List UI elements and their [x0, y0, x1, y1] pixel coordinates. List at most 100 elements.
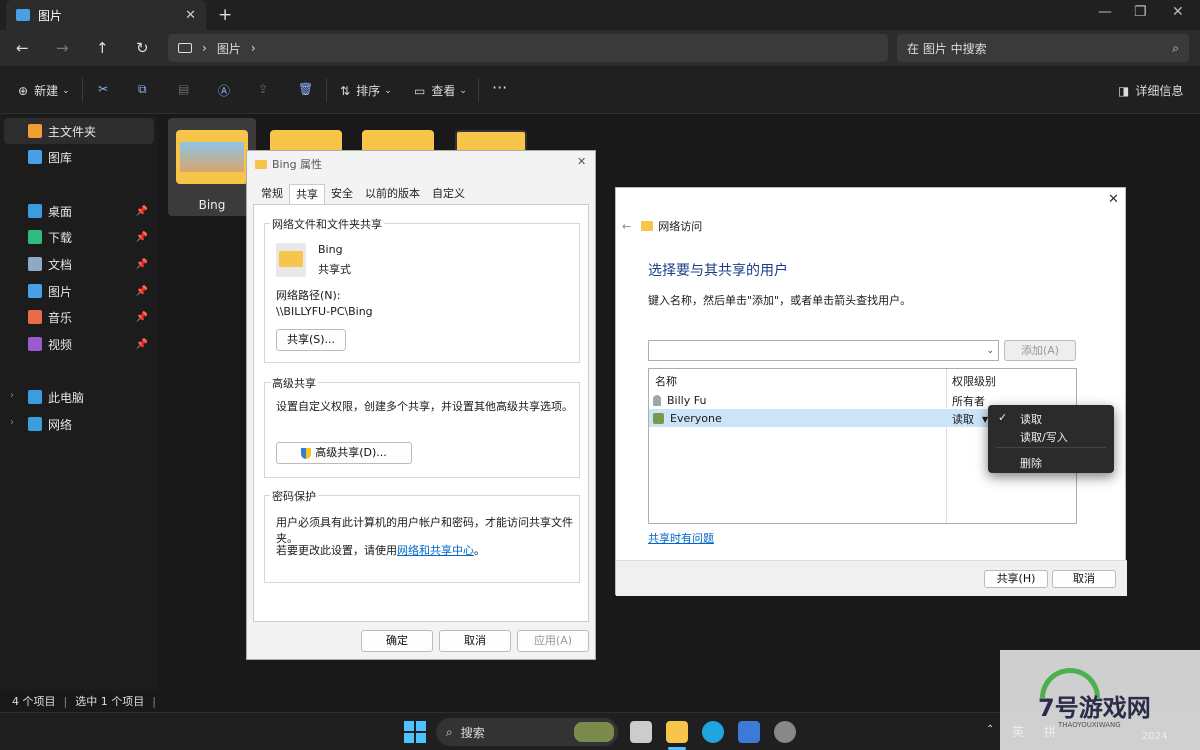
- advanced-sharing-button[interactable]: 高级共享(D)...: [276, 442, 412, 464]
- permission-dropdown[interactable]: 读取 ▼: [952, 411, 988, 427]
- up-icon[interactable]: ↑: [96, 39, 109, 57]
- menu-item-read-write[interactable]: 读取/写入: [1020, 429, 1068, 445]
- sidebar-item-download[interactable]: 下载 📌: [4, 224, 154, 250]
- tab-3[interactable]: 以前的版本: [359, 184, 426, 204]
- pin-icon[interactable]: 📌: [136, 232, 148, 243]
- paste-icon[interactable]: ▤: [178, 82, 189, 96]
- new-button[interactable]: ⊕ 新建 ⌄: [18, 82, 70, 99]
- minimize-icon[interactable]: —: [1098, 4, 1112, 20]
- video-icon: [28, 337, 42, 351]
- store-icon[interactable]: [738, 721, 760, 743]
- chevron-right-icon: ›: [202, 41, 207, 55]
- tab-0[interactable]: 常规: [255, 184, 289, 204]
- add-button[interactable]: 添加(A): [1004, 340, 1076, 361]
- breadcrumb[interactable]: 图片: [217, 40, 241, 57]
- navigation-pane: 主文件夹 图库 桌面 📌 下载 📌 文档 📌 图片 📌 音乐 📌 视频 📌 此电脑 › 网络 ›: [0, 114, 158, 690]
- view-button[interactable]: ▭ 查看 ⌄: [414, 82, 467, 99]
- folder-item-bing[interactable]: Bing: [168, 118, 256, 216]
- cut-icon[interactable]: ✂: [98, 82, 108, 96]
- chevron-down-icon: ⌄: [384, 85, 392, 96]
- taskbar-search[interactable]: ⌕ 搜索: [436, 718, 618, 746]
- menu-item-remove[interactable]: 删除: [1020, 455, 1042, 471]
- maximize-icon[interactable]: ❐: [1134, 4, 1147, 20]
- chevron-right-icon[interactable]: ›: [251, 41, 256, 55]
- back-arrow-icon[interactable]: ←: [622, 220, 631, 233]
- expand-chevron-icon[interactable]: ›: [10, 417, 14, 428]
- share-icon[interactable]: ⇪: [258, 82, 268, 96]
- close-tab-icon[interactable]: ✕: [185, 8, 196, 23]
- search-input[interactable]: 在 图片 中搜索 ⌕: [897, 34, 1189, 62]
- sort-icon: ⇅: [340, 83, 351, 98]
- search-icon: ⌕: [446, 724, 453, 739]
- tab-4[interactable]: 自定义: [426, 184, 471, 204]
- cancel-button[interactable]: 取消: [439, 630, 511, 652]
- sort-button[interactable]: ⇅ 排序 ⌄: [340, 82, 392, 99]
- list-item[interactable]: Billy Fu: [653, 391, 945, 409]
- sidebar-item-video[interactable]: 视频 📌: [4, 331, 154, 357]
- desktop-icon: [28, 204, 42, 218]
- sidebar-item-desktop[interactable]: 桌面 📌: [4, 198, 154, 224]
- settings-icon[interactable]: [774, 721, 796, 743]
- close-icon[interactable]: ✕: [1108, 192, 1119, 207]
- pin-icon[interactable]: 📌: [136, 206, 148, 217]
- sidebar-item-gallery[interactable]: 图库: [4, 144, 154, 170]
- menu-item-read[interactable]: 读取: [1020, 411, 1042, 427]
- pin-icon[interactable]: 📌: [136, 286, 148, 297]
- more-options-icon[interactable]: ···: [492, 78, 507, 97]
- sidebar-item-pictures[interactable]: 图片 📌: [4, 278, 154, 304]
- download-icon: [28, 230, 42, 244]
- sidebar-item-home[interactable]: 主文件夹: [4, 118, 154, 144]
- chevron-up-icon[interactable]: ⌃: [986, 724, 994, 735]
- tab-2[interactable]: 安全: [325, 184, 359, 204]
- apply-button[interactable]: 应用(A): [517, 630, 589, 652]
- window-tab[interactable]: 图片 ✕: [6, 0, 206, 30]
- expand-chevron-icon[interactable]: ›: [10, 390, 14, 401]
- chevron-down-icon: ⌄: [62, 85, 70, 96]
- column-header-name[interactable]: 名称: [655, 373, 677, 389]
- pin-icon[interactable]: 📌: [136, 312, 148, 323]
- chevron-down-icon[interactable]: ⌄: [986, 346, 994, 356]
- start-icon[interactable]: [404, 721, 426, 743]
- document-icon: [28, 257, 42, 271]
- folder-thumbnail: [180, 142, 244, 172]
- share-confirm-button[interactable]: 共享(H): [984, 570, 1048, 588]
- new-tab-icon[interactable]: +: [218, 5, 232, 25]
- column-header-level[interactable]: 权限级别: [952, 373, 996, 389]
- rename-icon[interactable]: Ⓐ: [218, 82, 230, 99]
- task-view-icon[interactable]: [630, 721, 652, 743]
- divider: [478, 78, 479, 102]
- refresh-icon[interactable]: ↻: [136, 39, 149, 57]
- folder-icon: [255, 159, 267, 169]
- close-icon[interactable]: ✕: [577, 155, 586, 168]
- delete-icon[interactable]: 🗑: [298, 82, 313, 96]
- pin-icon[interactable]: 📌: [136, 339, 148, 350]
- search-highlight-icon: [574, 722, 614, 742]
- title-bar: 图片 ✕ + — ❐ ✕: [0, 0, 1200, 30]
- file-explorer-icon[interactable]: [666, 721, 688, 743]
- ok-button[interactable]: 确定: [361, 630, 433, 652]
- user-name-combo[interactable]: ⌄: [648, 340, 999, 361]
- sidebar-item-music[interactable]: 音乐 📌: [4, 304, 154, 330]
- sharing-help-link[interactable]: 共享时有问题: [648, 530, 714, 546]
- copy-icon[interactable]: ⧉: [138, 82, 147, 97]
- chevron-down-icon: ⌄: [459, 85, 467, 96]
- sidebar-item-pc[interactable]: 此电脑: [4, 384, 154, 410]
- forward-icon[interactable]: →: [56, 39, 69, 57]
- edge-icon[interactable]: [702, 721, 724, 743]
- address-bar[interactable]: › 图片 ›: [168, 34, 888, 62]
- divider: [82, 78, 83, 102]
- network-sharing-center-link[interactable]: 网络和共享中心: [397, 542, 474, 558]
- folder-name: Bing: [318, 243, 343, 256]
- details-button[interactable]: ◨ 详细信息: [1118, 82, 1183, 99]
- pc-icon: [28, 390, 42, 404]
- close-window-icon[interactable]: ✕: [1172, 4, 1184, 20]
- tab-1[interactable]: 共享: [289, 184, 325, 204]
- share-button[interactable]: 共享(S)...: [276, 329, 346, 351]
- properties-dialog: Bing 属性 ✕ 常规 共享 安全 以前的版本 自定义 网络文件和文件夹共享 Bing…: [246, 150, 596, 660]
- cancel-button[interactable]: 取消: [1052, 570, 1116, 588]
- list-item[interactable]: Everyone: [653, 409, 945, 427]
- sidebar-item-network[interactable]: 网络: [4, 411, 154, 437]
- sidebar-item-document[interactable]: 文档 📌: [4, 251, 154, 277]
- back-icon[interactable]: ←: [16, 39, 29, 57]
- pin-icon[interactable]: 📌: [136, 259, 148, 270]
